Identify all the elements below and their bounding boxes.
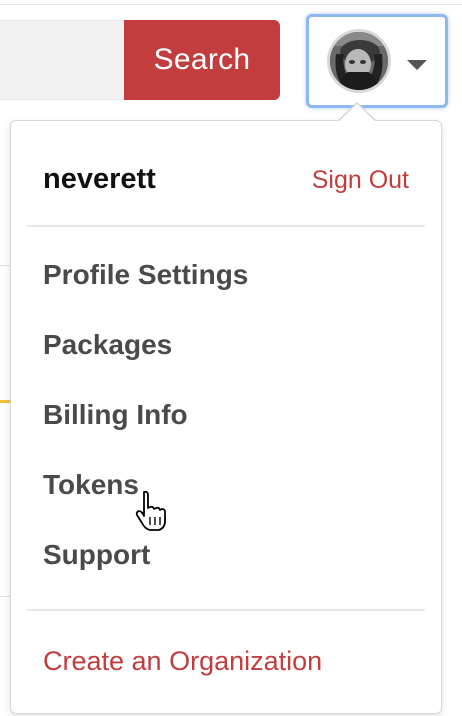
background-accent xyxy=(0,400,10,403)
dropdown-pointer-fill xyxy=(339,104,375,121)
avatar xyxy=(327,29,391,93)
caret-down-icon xyxy=(407,60,427,70)
menu-divider xyxy=(27,225,425,227)
background-divider xyxy=(0,596,10,597)
menu-item-tokens[interactable]: Tokens xyxy=(43,469,139,501)
user-dropdown-menu: neverett Sign Out Profile Settings Packa… xyxy=(10,120,442,714)
create-organization-link[interactable]: Create an Organization xyxy=(43,646,322,677)
username: neverett xyxy=(43,163,156,195)
menu-item-billing-info[interactable]: Billing Info xyxy=(43,399,188,431)
sign-out-link[interactable]: Sign Out xyxy=(312,166,409,195)
menu-item-packages[interactable]: Packages xyxy=(43,329,172,361)
avatar-photo xyxy=(330,32,388,90)
menu-item-profile-settings[interactable]: Profile Settings xyxy=(43,259,248,291)
menu-item-support[interactable]: Support xyxy=(43,539,150,571)
hand-pointer-cursor-icon xyxy=(135,490,166,531)
top-border xyxy=(0,4,462,5)
user-menu-toggle[interactable] xyxy=(306,14,448,108)
search-input[interactable] xyxy=(0,20,126,100)
menu-divider xyxy=(27,609,425,611)
background-divider xyxy=(0,265,10,266)
search-button[interactable]: Search xyxy=(124,20,280,100)
page: Search neverett Sign Out Profile Setting… xyxy=(0,0,462,716)
